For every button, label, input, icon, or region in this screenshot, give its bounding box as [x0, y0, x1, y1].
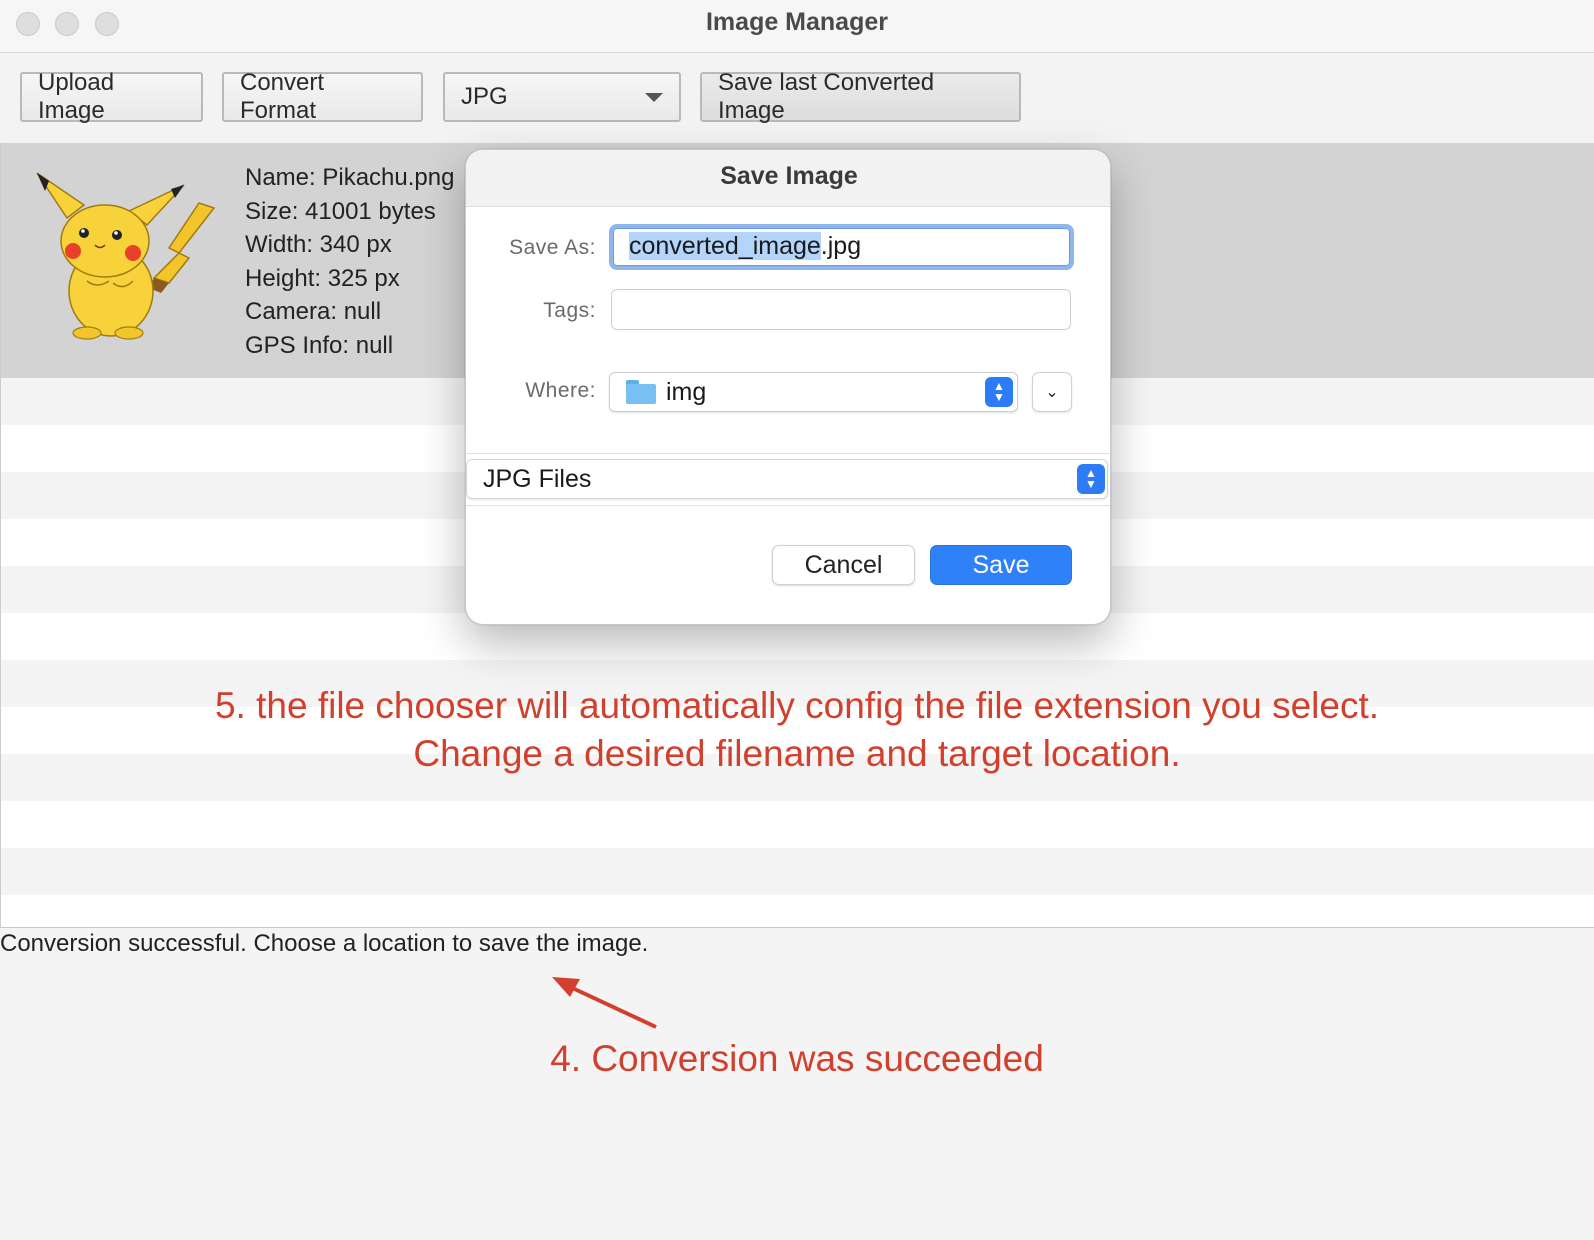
where-select[interactable]: img ▲ ▼ — [609, 372, 1018, 412]
annotation-step-5-line-1: 5. the file chooser will automatically c… — [214, 685, 1380, 726]
divider — [466, 505, 1110, 506]
list-row-empty — [1, 801, 1594, 848]
expand-dialog-button[interactable]: ⌄ — [1032, 372, 1072, 412]
tags-input[interactable] — [611, 289, 1071, 330]
save-as-label: Save As: — [509, 236, 596, 259]
window-title: Image Manager — [705, 8, 888, 36]
updown-stepper-icon: ▲ ▼ — [1077, 464, 1105, 494]
list-row-empty — [1, 895, 1594, 927]
annotation-step-5: 5. the file chooser will automatically c… — [0, 682, 1594, 778]
title-bar: Image Manager — [0, 0, 1594, 53]
updown-stepper-icon: ▲ ▼ — [985, 377, 1013, 407]
format-select-value: JPG — [461, 83, 508, 110]
cancel-button[interactable]: Cancel — [772, 545, 915, 585]
tags-label: Tags: — [543, 299, 596, 322]
divider — [466, 453, 1110, 454]
where-select-value: img — [666, 377, 707, 406]
image-metadata: Name: Pikachu.png Size: 41001 bytes Widt… — [245, 161, 454, 362]
image-size: Size: 41001 bytes — [245, 197, 436, 225]
save-image-dialog: Save Image Save As: converted_image.jpg … — [465, 149, 1111, 625]
image-gps: GPS Info: null — [245, 331, 394, 359]
dialog-header: Save Image — [466, 150, 1110, 207]
folder-icon — [626, 380, 656, 404]
filename-extension: .jpg — [820, 232, 862, 260]
file-type-value: JPG Files — [483, 465, 592, 493]
image-height: Height: 325 px — [245, 264, 400, 292]
save-as-input[interactable]: converted_image.jpg — [609, 224, 1074, 270]
file-type-select[interactable]: JPG Files ▲ ▼ — [466, 459, 1108, 499]
image-width: Width: 340 px — [245, 231, 392, 258]
format-select[interactable]: JPG — [443, 72, 681, 122]
chevron-down-icon: ⌄ — [1045, 384, 1059, 401]
annotation-step-5-line-2: Change a desired filename and target loc… — [413, 733, 1181, 774]
dialog-title: Save Image — [720, 162, 858, 190]
annotation-step-4: 4. Conversion was succeeded — [550, 1038, 1044, 1079]
convert-format-button[interactable]: Convert Format — [222, 69, 423, 124]
upload-image-button[interactable]: Upload Image — [20, 69, 203, 124]
annotation-arrow-icon — [552, 977, 657, 1029]
image-camera: Camera: null — [245, 298, 382, 325]
toolbar: Upload Image Convert Format JPG Save las… — [0, 53, 1594, 143]
where-label: Where: — [525, 379, 596, 402]
list-row-empty — [1, 848, 1594, 895]
status-message: Conversion successful. Choose a location… — [0, 930, 649, 957]
pikachu-thumbnail — [36, 172, 216, 340]
save-button[interactable]: Save — [930, 545, 1072, 585]
chevron-down-icon — [645, 92, 663, 102]
image-name: Name: Pikachu.png — [245, 164, 455, 191]
save-converted-image-button[interactable]: Save last Converted Image — [700, 69, 1021, 124]
filename-selected-text: converted_image — [629, 232, 821, 260]
